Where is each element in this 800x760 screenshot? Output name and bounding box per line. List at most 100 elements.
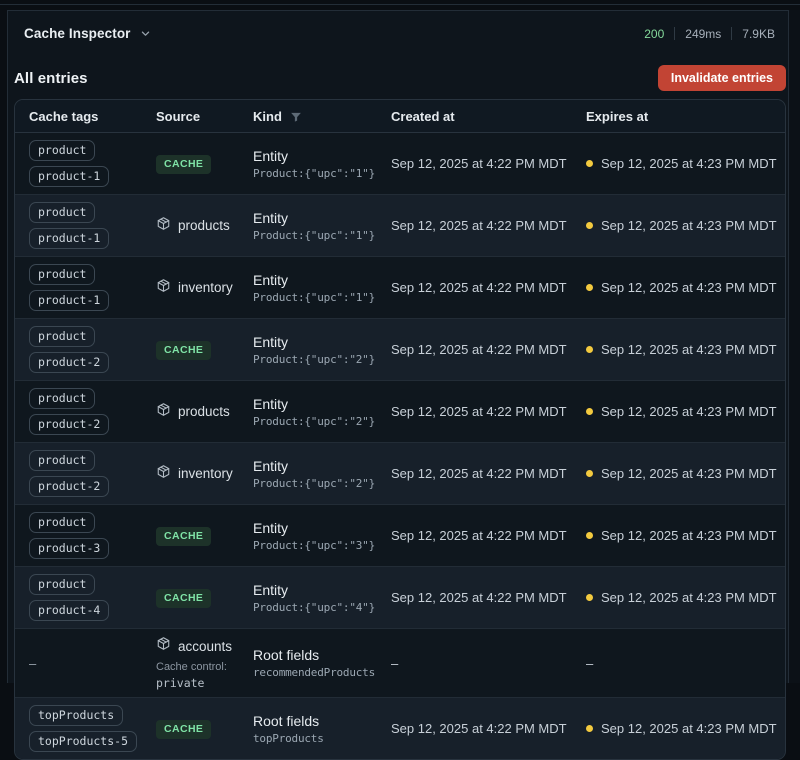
cache-inspector-panel: Cache Inspector 200 249ms 7.9KB All entr… bbox=[7, 10, 788, 683]
table-row[interactable]: productproduct-2 products Entity Product… bbox=[15, 380, 785, 442]
package-icon bbox=[156, 216, 171, 236]
table-row[interactable]: product product-1 CACHE Entity Product:{"… bbox=[15, 133, 785, 194]
cache-tag-chip: product-4 bbox=[29, 600, 109, 621]
cache-source-badge: CACHE bbox=[156, 527, 211, 546]
expires-at-cell: Sep 12, 2025 at 4:23 PM MDT bbox=[572, 342, 785, 357]
kind-title: Entity bbox=[253, 458, 377, 474]
status-code: 200 bbox=[644, 27, 664, 41]
cache-tags-cell: – bbox=[15, 656, 142, 671]
expires-at-cell: Sep 12, 2025 at 4:23 PM MDT bbox=[572, 721, 785, 736]
panel-header: Cache Inspector 200 249ms 7.9KB bbox=[24, 26, 775, 41]
created-at-cell: Sep 12, 2025 at 4:22 PM MDT bbox=[377, 404, 572, 419]
table-row[interactable]: productproduct-3 CACHE Entity Product:{"… bbox=[15, 504, 785, 566]
cache-tags-cell: product product-2 bbox=[15, 450, 142, 497]
cache-tag-chip: product-1 bbox=[29, 166, 109, 187]
service-name: products bbox=[178, 218, 230, 233]
source-cell: CACHE bbox=[142, 154, 239, 174]
expires-at-text: Sep 12, 2025 at 4:23 PM MDT bbox=[601, 721, 777, 736]
cache-tag-chip: product-2 bbox=[29, 476, 109, 497]
cache-source-badge: CACHE bbox=[156, 589, 211, 608]
cache-tags-cell: topProductstopProducts-5 bbox=[15, 705, 142, 752]
source-cell: inventory bbox=[142, 464, 239, 484]
table-row[interactable]: productproduct-4 CACHE Entity Product:{"… bbox=[15, 566, 785, 628]
table-row[interactable]: productproduct-1 products Entity Product… bbox=[15, 194, 785, 256]
created-at-cell: Sep 12, 2025 at 4:22 PM MDT bbox=[377, 721, 572, 736]
cache-tags-cell: product product-1 bbox=[15, 140, 142, 187]
cache-source-badge: CACHE bbox=[156, 720, 211, 739]
expires-at-text: Sep 12, 2025 at 4:23 PM MDT bbox=[601, 280, 777, 295]
service-name: accounts bbox=[178, 639, 232, 654]
table-header-row: Cache tags Source Kind Created at Expire… bbox=[15, 100, 785, 133]
cache-source-badge: CACHE bbox=[156, 155, 211, 174]
expires-at-text: – bbox=[586, 656, 593, 671]
kind-detail: Product:{"upc":"1"} bbox=[253, 229, 377, 242]
created-at-cell: Sep 12, 2025 at 4:22 PM MDT bbox=[377, 280, 572, 295]
cache-tags-cell: productproduct-4 bbox=[15, 574, 142, 621]
kind-cell: Entity Product:{"upc":"1"} bbox=[239, 148, 377, 180]
source-cell: inventory bbox=[142, 278, 239, 298]
invalidate-entries-button[interactable]: Invalidate entries bbox=[658, 65, 786, 91]
package-icon bbox=[156, 464, 171, 484]
section-heading: All entries bbox=[14, 70, 88, 87]
cache-tag-chip: product bbox=[29, 140, 95, 161]
expires-dot-icon bbox=[586, 532, 593, 539]
scrollbar-gutter[interactable] bbox=[788, 10, 800, 683]
kind-detail: recommendedProducts bbox=[253, 666, 377, 679]
expires-dot-icon bbox=[586, 408, 593, 415]
status-size: 7.9KB bbox=[742, 27, 775, 41]
cache-tag-chip: product bbox=[29, 388, 95, 409]
expires-dot-icon bbox=[586, 160, 593, 167]
filter-icon[interactable] bbox=[290, 111, 302, 123]
page-title: Cache Inspector bbox=[24, 26, 131, 41]
cache-tag-chip: product bbox=[29, 326, 95, 347]
created-at-cell: Sep 12, 2025 at 4:22 PM MDT bbox=[377, 218, 572, 233]
column-header-expires-at: Expires at bbox=[572, 109, 785, 124]
kind-cell: Entity Product:{"upc":"1"} bbox=[239, 272, 377, 304]
created-at-cell: Sep 12, 2025 at 4:22 PM MDT bbox=[377, 590, 572, 605]
column-header-cache-tags: Cache tags bbox=[15, 109, 142, 124]
cache-tag-chip: product-2 bbox=[29, 414, 109, 435]
kind-cell: Entity Product:{"upc":"2"} bbox=[239, 458, 377, 490]
kind-detail: Product:{"upc":"2"} bbox=[253, 477, 377, 490]
kind-title: Entity bbox=[253, 334, 377, 350]
cache-tags-cell: product product-2 bbox=[15, 388, 142, 435]
cache-control-value: private bbox=[156, 676, 239, 690]
expires-at-text: Sep 12, 2025 at 4:23 PM MDT bbox=[601, 590, 777, 605]
source-cell: accounts Cache control: private bbox=[142, 636, 239, 690]
column-header-kind: Kind bbox=[239, 109, 377, 124]
request-status: 200 249ms 7.9KB bbox=[644, 27, 775, 41]
expires-at-cell: Sep 12, 2025 at 4:23 PM MDT bbox=[572, 590, 785, 605]
column-header-created-at: Created at bbox=[377, 109, 572, 124]
expires-at-cell: Sep 12, 2025 at 4:23 PM MDT bbox=[572, 466, 785, 481]
kind-cell: Entity Product:{"upc":"1"} bbox=[239, 210, 377, 242]
service-name: inventory bbox=[178, 466, 233, 481]
table-row[interactable]: – accounts Cache control: private Root f… bbox=[15, 628, 785, 697]
expires-at-text: Sep 12, 2025 at 4:23 PM MDT bbox=[601, 528, 777, 543]
inspector-selector[interactable]: Cache Inspector bbox=[24, 26, 151, 41]
kind-title: Entity bbox=[253, 520, 377, 536]
kind-title: Entity bbox=[253, 148, 377, 164]
kind-title: Root fields bbox=[253, 713, 377, 729]
source-cell: products bbox=[142, 216, 239, 236]
table-row[interactable]: productproduct-1 inventory Entity Produc… bbox=[15, 256, 785, 318]
created-at-cell: Sep 12, 2025 at 4:22 PM MDT bbox=[377, 528, 572, 543]
cache-tag-chip: product bbox=[29, 264, 95, 285]
kind-title: Entity bbox=[253, 210, 377, 226]
kind-detail: Product:{"upc":"2"} bbox=[253, 415, 377, 428]
kind-detail: Product:{"upc":"1"} bbox=[253, 167, 377, 180]
status-duration: 249ms bbox=[685, 27, 721, 41]
expires-at-cell: Sep 12, 2025 at 4:23 PM MDT bbox=[572, 280, 785, 295]
table-row[interactable]: topProductstopProducts-5 CACHE Root fiel… bbox=[15, 697, 785, 759]
kind-detail: topProducts bbox=[253, 732, 377, 745]
expires-dot-icon bbox=[586, 470, 593, 477]
table-row[interactable]: product product-2 inventory Entity Produc… bbox=[15, 442, 785, 504]
expires-at-text: Sep 12, 2025 at 4:23 PM MDT bbox=[601, 218, 777, 233]
source-cell: products bbox=[142, 402, 239, 422]
expires-dot-icon bbox=[586, 725, 593, 732]
expires-dot-icon bbox=[586, 346, 593, 353]
expires-dot-icon bbox=[586, 594, 593, 601]
cache-tag-chip: product bbox=[29, 450, 95, 471]
kind-cell: Root fields recommendedProducts bbox=[239, 647, 377, 679]
kind-detail: Product:{"upc":"3"} bbox=[253, 539, 377, 552]
table-row[interactable]: productproduct-2 CACHE Entity Product:{"… bbox=[15, 318, 785, 380]
